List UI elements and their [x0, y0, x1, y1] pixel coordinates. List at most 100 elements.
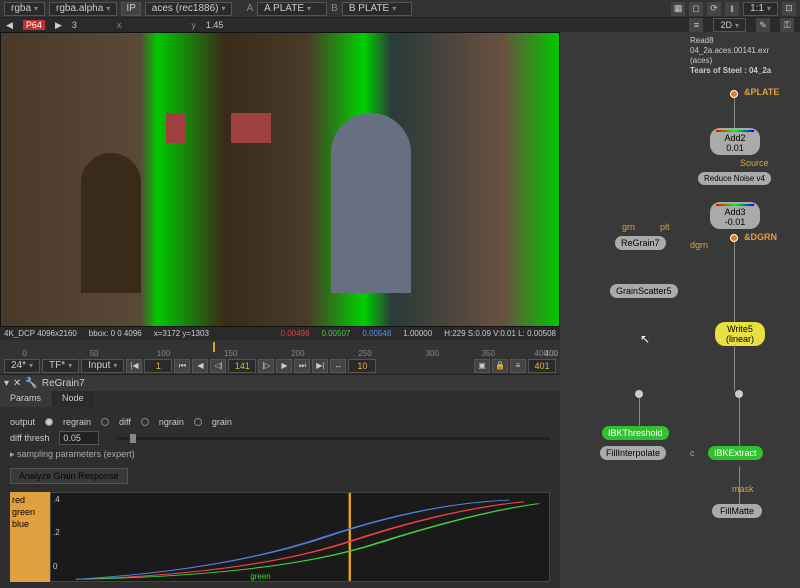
chevron-down-icon[interactable]: ▾ — [4, 378, 9, 389]
channel-dropdown[interactable]: rgba — [4, 2, 45, 16]
sampling-label[interactable]: sampling parameters (expert) — [17, 449, 135, 459]
tf-dropdown[interactable]: TF* — [42, 359, 79, 373]
radio-ngrain[interactable] — [141, 418, 149, 426]
viewer-image — [1, 33, 559, 326]
grid-icon[interactable]: ▦ — [671, 2, 685, 16]
plate-dot[interactable] — [730, 90, 738, 98]
graph-dot[interactable] — [735, 390, 743, 398]
db-icon[interactable]: ≡ — [689, 18, 703, 32]
node-name-label: ReGrain7 — [42, 378, 85, 389]
frame-end-input[interactable] — [528, 359, 556, 373]
proxy-badge[interactable]: P64 — [23, 20, 45, 30]
record-icon[interactable]: ▣ — [474, 359, 490, 373]
node-fillinterpolate[interactable]: FillInterpolate — [600, 446, 666, 460]
thresh-input[interactable] — [59, 431, 99, 445]
ip-button[interactable]: IP — [121, 2, 140, 16]
info-bar: ◀ P64 ▶ 3 x y 1.45 ≡ 2D ✎ ⚿ — [0, 18, 800, 32]
hsvl-value: H:229 S:0.09 V:0.01 L: 0.00508 — [444, 329, 556, 338]
play-icon[interactable]: ▶ — [276, 359, 292, 373]
step-fwd-icon[interactable]: |▷ — [258, 359, 274, 373]
a-layer-dropdown[interactable]: A PLATE — [257, 2, 327, 16]
bbox-label: bbox: 0 0 4096 — [89, 329, 142, 338]
node-ibkthreshold[interactable]: IBKThreshold — [602, 426, 669, 440]
node-fillmatte[interactable]: FillMatte — [712, 504, 762, 518]
fps-dropdown[interactable]: 24* — [4, 359, 40, 373]
properties-panel: ▾ ✕ 🔧 ReGrain7 Params Node output regrai… — [0, 374, 560, 588]
cursor-icon: ↖ — [640, 332, 650, 346]
loop-input[interactable] — [348, 359, 376, 373]
radio-grain[interactable] — [194, 418, 202, 426]
pause-icon[interactable]: ‖ — [725, 2, 739, 16]
frame-start-input[interactable] — [144, 359, 172, 373]
prev-key-icon[interactable]: |◀ — [126, 359, 142, 373]
zoom-dropdown[interactable]: 1:1 — [743, 2, 778, 16]
c-label: c — [690, 448, 695, 458]
props-tabs: Params Node — [0, 391, 560, 407]
close-icon[interactable]: ✕ — [13, 378, 21, 389]
viewer[interactable] — [0, 32, 560, 327]
output-label: output — [10, 417, 35, 427]
frame-current-input[interactable] — [228, 359, 256, 373]
curve-graph[interactable]: .4 .2 0 green — [50, 492, 550, 582]
next-key-icon[interactable]: ▶| — [312, 359, 328, 373]
b-label: B — [331, 3, 338, 14]
r-value: 0.00498 — [281, 329, 310, 338]
play-rev-icon[interactable]: ◀ — [192, 359, 208, 373]
thresh-label: diff thresh — [10, 433, 49, 443]
tab-params[interactable]: Params — [0, 391, 52, 407]
lock-timeline-icon[interactable]: 🔒 — [492, 359, 508, 373]
fit-icon[interactable]: ⊡ — [782, 2, 796, 16]
node-add2[interactable]: Add20.01 — [710, 128, 760, 155]
wand-icon[interactable]: ✎ — [756, 18, 770, 32]
colorspace-dropdown[interactable]: aces (rec1886) — [145, 2, 233, 16]
lock-icon[interactable]: ⚿ — [780, 18, 794, 32]
plt-label: plt — [660, 222, 670, 232]
node-grainscatter[interactable]: GrainScatter5 — [610, 284, 678, 298]
plate-tag: &PLATE — [744, 87, 779, 97]
analyze-button[interactable]: Analyze Grain Response — [10, 468, 128, 484]
timeline[interactable]: 0 50 100 150 200 250 300 350 400 400 — [0, 340, 560, 358]
dgrn-dot[interactable] — [730, 234, 738, 242]
node-ibkextract[interactable]: IBKExtract — [708, 446, 763, 460]
step-back-icon[interactable]: ◁| — [210, 359, 226, 373]
graph-dot[interactable] — [635, 390, 643, 398]
burger-icon[interactable]: ≡ — [510, 359, 526, 373]
viewer-status-bar: 4K_DCP 4096x2160 bbox: 0 0 4096 x=3172 y… — [0, 327, 560, 340]
radio-diff[interactable] — [101, 418, 109, 426]
alpha-dropdown[interactable]: rgba.alpha — [49, 2, 117, 16]
node-write[interactable]: Write5 (linear) — [715, 322, 765, 346]
node-reduce-noise[interactable]: Reduce Noise v4 — [698, 172, 771, 185]
first-frame-icon[interactable]: ⏮ — [174, 359, 190, 373]
g-value: 0.00507 — [321, 329, 350, 338]
radio-regrain[interactable] — [45, 418, 53, 426]
grn-label: grn — [622, 222, 635, 232]
input-dropdown[interactable]: Input — [81, 359, 124, 373]
top-toolbar: rgba rgba.alpha IP aces (rec1886) A A PL… — [0, 0, 800, 18]
coords-label: x=3172 y=1303 — [154, 329, 209, 338]
tab-node[interactable]: Node — [52, 391, 95, 407]
source-label: Source — [740, 158, 769, 168]
node-add3[interactable]: Add3-0.01 — [710, 202, 760, 229]
y-value: 1.45 — [206, 20, 224, 30]
dgrn-tag: &DGRN — [744, 232, 777, 242]
frame-num: 3 — [72, 20, 77, 30]
curve-legend[interactable]: red green blue — [10, 492, 50, 582]
loop-icon[interactable]: ↔ — [330, 359, 346, 373]
node-graph[interactable]: Read8 04_2a.aces.00141.exr (aces) Tears … — [560, 32, 800, 588]
wrench-icon[interactable]: 🔧 — [25, 378, 37, 389]
refresh-icon[interactable]: ⟳ — [707, 2, 721, 16]
thresh-slider[interactable] — [117, 437, 550, 440]
b-value: 0.00548 — [362, 329, 391, 338]
b-layer-dropdown[interactable]: B PLATE — [342, 2, 412, 16]
view-mode-dropdown[interactable]: 2D — [713, 18, 746, 32]
props-header: ▾ ✕ 🔧 ReGrain7 — [0, 375, 560, 391]
square-icon[interactable]: ◻ — [689, 2, 703, 16]
dgrn-label: dgrn — [690, 240, 708, 250]
a-value: 1.00000 — [403, 329, 432, 338]
format-label: 4K_DCP 4096x2160 — [4, 329, 77, 338]
a-label: A — [246, 3, 253, 14]
mask-label: mask — [732, 484, 754, 494]
last-frame-icon[interactable]: ⏭ — [294, 359, 310, 373]
playback-bar: 24* TF* Input |◀ ⏮ ◀ ◁| |▷ ▶ ⏭ ▶| ↔ ▣ 🔒 … — [0, 358, 560, 374]
node-regrain[interactable]: ReGrain7 — [615, 236, 666, 250]
